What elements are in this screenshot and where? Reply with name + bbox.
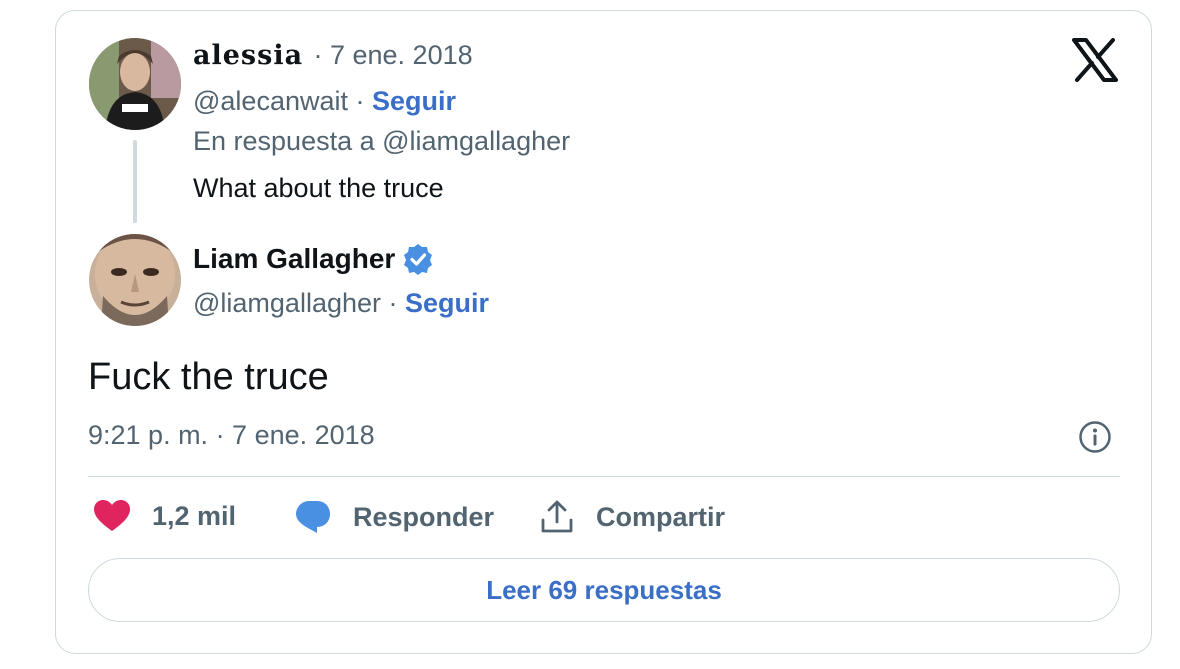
- reply-bubble-icon: [296, 501, 330, 533]
- verified-badge-icon: [404, 244, 433, 275]
- reply-tweet-text: What about the truce: [193, 173, 444, 203]
- main-separator: ·: [381, 288, 405, 318]
- thread-connector-line: [133, 140, 137, 223]
- share-icon: [541, 500, 573, 533]
- main-handle[interactable]: @liamgallagher: [193, 288, 381, 318]
- follow-link-alessia[interactable]: Seguir: [372, 86, 456, 116]
- like-count: 1,2 mil: [152, 500, 237, 531]
- reply-separator: ·: [348, 86, 372, 116]
- share-button[interactable]: Compartir: [540, 500, 725, 534]
- reply-date[interactable]: · 7 ene. 2018: [314, 40, 473, 70]
- tweet-timestamp[interactable]: 9:21 p. m. · 7 ene. 2018: [88, 420, 375, 451]
- heart-icon: [94, 500, 130, 531]
- share-label: Compartir: [596, 501, 726, 532]
- divider: [88, 476, 1120, 477]
- reply-label: Responder: [353, 501, 495, 532]
- reply-author-row: alessia · 7 ene. 2018: [193, 40, 473, 71]
- x-logo-icon[interactable]: [1071, 38, 1119, 82]
- follow-link-liam[interactable]: Seguir: [405, 288, 489, 318]
- in-reply-to[interactable]: En respuesta a @liamgallagher: [193, 126, 570, 157]
- avatar-alessia[interactable]: [89, 38, 181, 130]
- main-tweet-text: Fuck the truce: [88, 356, 329, 398]
- reply-author-name[interactable]: alessia: [193, 40, 303, 71]
- avatar-liam-gallagher[interactable]: [89, 234, 181, 326]
- main-author-name[interactable]: Liam Gallagher: [193, 243, 395, 275]
- read-replies-button[interactable]: Leer 69 respuestas: [88, 558, 1120, 622]
- main-author-row: Liam Gallagher: [193, 242, 435, 276]
- info-icon[interactable]: [1078, 420, 1112, 454]
- reply-button[interactable]: Responder: [295, 500, 494, 534]
- main-handle-row: @liamgallagher · Seguir: [193, 288, 489, 319]
- like-button[interactable]: 1,2 mil: [94, 500, 236, 532]
- reply-handle[interactable]: @alecanwait: [193, 86, 348, 116]
- reply-handle-row: @alecanwait · Seguir: [193, 86, 456, 117]
